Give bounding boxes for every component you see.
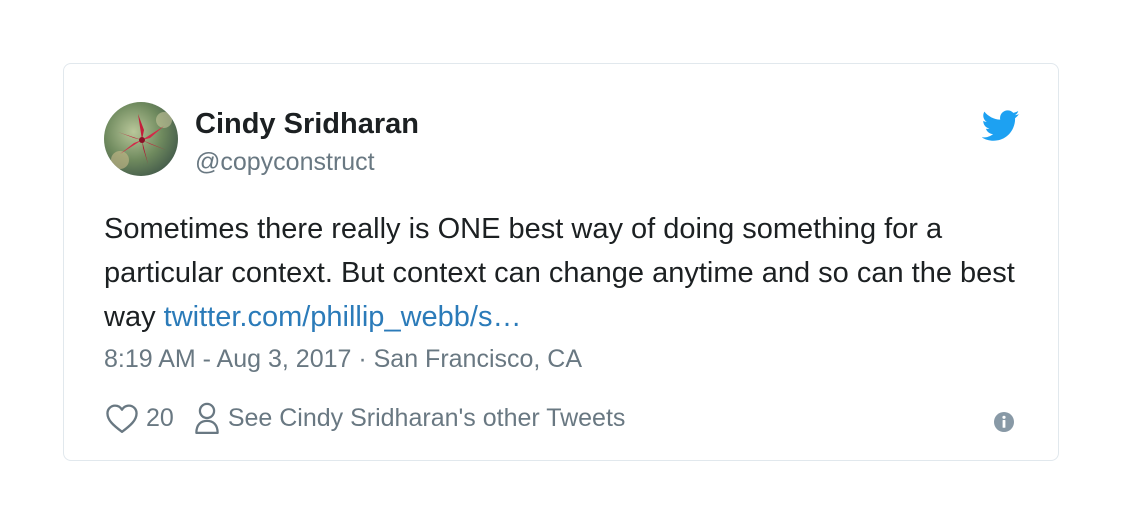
author-handle[interactable]: @copyconstruct [195,148,375,177]
avatar[interactable] [104,102,178,176]
heart-icon[interactable] [104,402,140,434]
tweet-location[interactable]: San Francisco, CA [374,345,582,373]
embedded-tweet-card: Cindy Sridharan @copyconstruct Sometimes… [63,63,1059,461]
person-icon[interactable] [194,401,220,435]
tweet-meta: 8:19 AM - Aug 3, 2017 · San Francisco, C… [104,345,582,374]
meta-separator: · [351,345,374,373]
like-count[interactable]: 20 [146,404,174,433]
tweet-link[interactable]: twitter.com/phillip_webb/s… [164,301,522,333]
other-tweets-link[interactable]: See Cindy Sridharan's other Tweets [228,404,626,433]
tweet-text: Sometimes there really is ONE best way o… [104,207,1034,339]
twitter-bird-icon[interactable] [981,110,1020,147]
author-name[interactable]: Cindy Sridharan [195,108,419,141]
info-icon[interactable] [993,411,1015,438]
tweet-timestamp[interactable]: 8:19 AM - Aug 3, 2017 [104,345,351,373]
avatar-image [104,102,178,176]
tweet-actions: 20 See Cindy Sridharan's other Tweets [104,400,625,436]
